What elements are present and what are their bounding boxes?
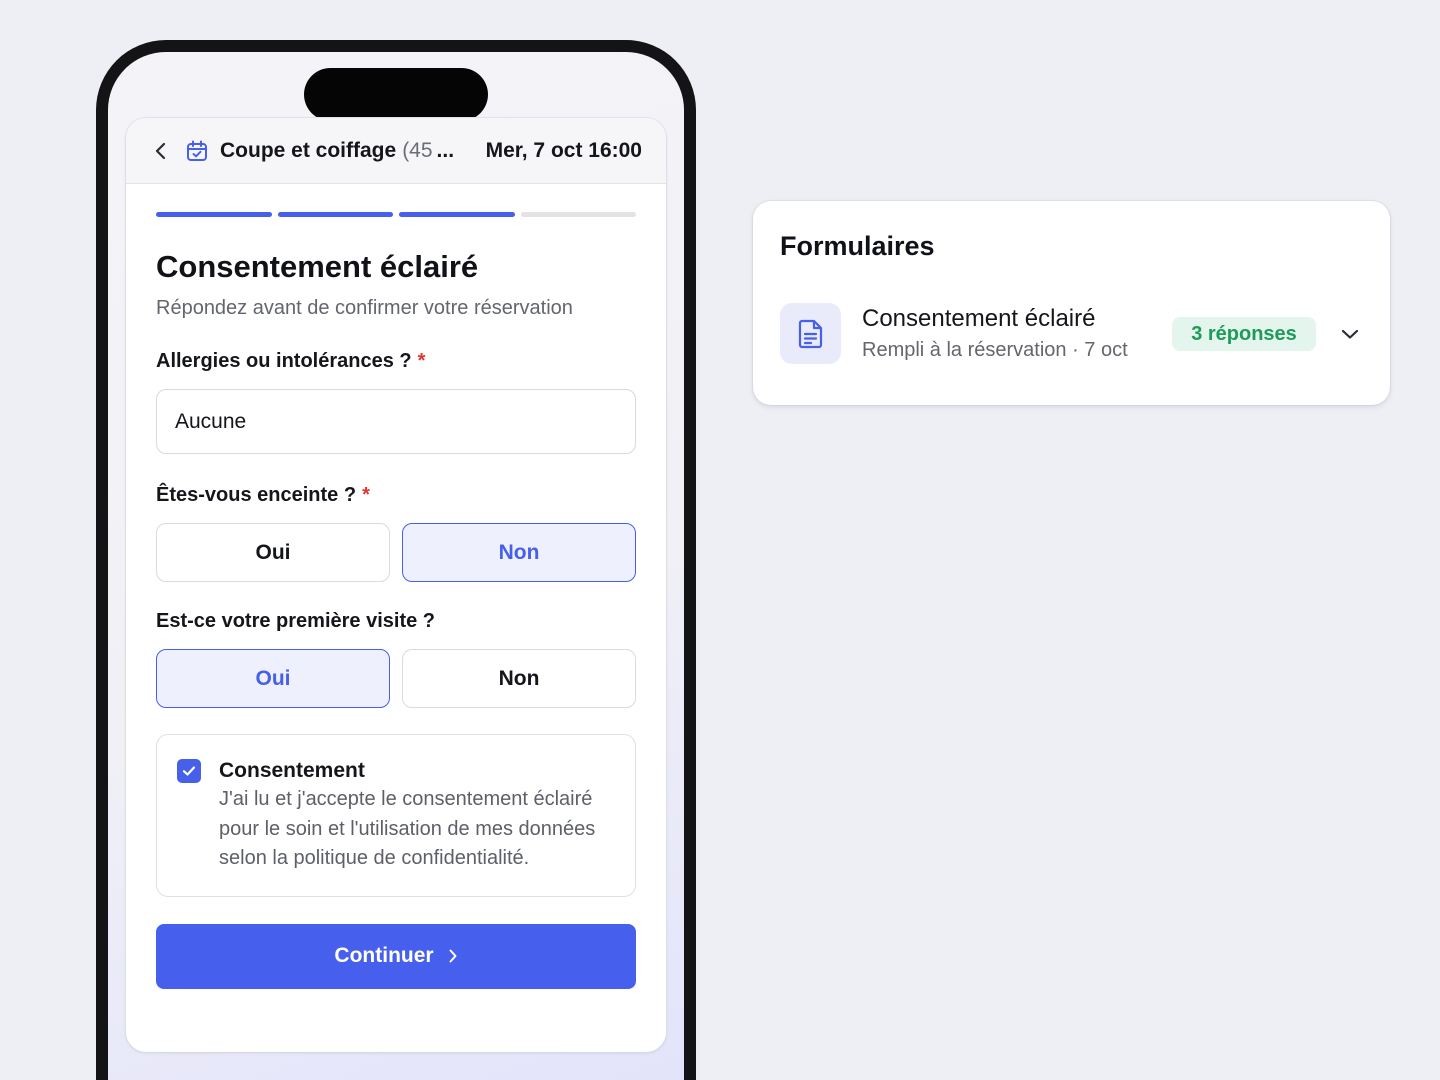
question-label-text: Allergies ou intolérances ?: [156, 350, 412, 372]
service-duration: (45: [402, 138, 433, 162]
phone-frame: Coupe et coiffage (45 ... Mer, 7 oct 16:…: [96, 40, 696, 1080]
required-marker: *: [362, 484, 370, 506]
panel-title: Formulaires: [780, 231, 935, 261]
check-icon: [182, 766, 196, 776]
consent-text: J'ai lu et j'accepte le consentement écl…: [219, 788, 596, 869]
question-label-text: Est-ce votre première visite ?: [156, 610, 436, 632]
form-item-subtitle: Rempli à la réservation · 7 oct: [862, 339, 1128, 361]
consent-title: Consentement: [219, 759, 365, 782]
chevron-down-icon[interactable]: [1338, 322, 1362, 346]
first-visit-options: Oui Non: [156, 649, 636, 708]
appointment-datetime: Mer, 7 oct 16:00: [485, 138, 642, 162]
form-subtitle: Répondez avant de confirmer votre réserv…: [156, 297, 573, 319]
phone-screen: Coupe et coiffage (45 ... Mer, 7 oct 16:…: [108, 52, 684, 1080]
pregnant-options: Oui Non: [156, 523, 636, 582]
progress-segment: [156, 212, 272, 217]
pregnant-option-non[interactable]: Non: [402, 523, 636, 582]
dynamic-island: [304, 68, 488, 121]
pregnant-option-oui[interactable]: Oui: [156, 523, 390, 582]
progress-segment: [277, 212, 393, 217]
allergies-input[interactable]: Aucune: [156, 389, 636, 454]
consent-box: Consentement J'ai lu et j'accepte le con…: [156, 734, 636, 897]
booking-form-card: Coupe et coiffage (45 ... Mer, 7 oct 16:…: [126, 118, 666, 1052]
first-visit-option-oui[interactable]: Oui: [156, 649, 390, 708]
continue-button[interactable]: Continuer: [156, 923, 636, 989]
responses-badge: 3 réponses: [1172, 317, 1316, 351]
service-ellipsis: ...: [436, 138, 455, 162]
forms-panel: Formulaires Consentement éclairé Rempli …: [753, 201, 1390, 405]
progress-segment: [399, 212, 515, 217]
consent-content: Consentement J'ai lu et j'accepte le con…: [219, 759, 615, 874]
question-pregnant-label: Êtes-vous enceinte ? *: [156, 484, 636, 507]
question-allergies-label: Allergies ou intolérances ? *: [156, 350, 636, 373]
chevron-right-icon: [448, 948, 458, 964]
document-icon: [780, 303, 841, 364]
service-name: Coupe et coiffage: [220, 138, 397, 162]
question-first-visit-label: Est-ce votre première visite ?: [156, 610, 636, 633]
form-item-name[interactable]: Consentement éclairé: [862, 305, 1095, 333]
progress-segment: [520, 212, 636, 217]
first-visit-option-non[interactable]: Non: [402, 649, 636, 708]
question-label-text: Êtes-vous enceinte ?: [156, 484, 357, 506]
consent-checkbox[interactable]: [177, 759, 201, 783]
form-body: Consentement éclairé Répondez avant de c…: [126, 212, 666, 989]
allergies-input-value: Aucune: [175, 409, 247, 433]
calendar-check-icon: [186, 139, 210, 163]
continue-button-label: Continuer: [334, 944, 434, 967]
required-marker: *: [417, 350, 426, 372]
chevron-left-icon[interactable]: [150, 140, 172, 162]
booking-header: Coupe et coiffage (45 ... Mer, 7 oct 16:…: [126, 118, 666, 184]
form-title: Consentement éclairé: [156, 249, 479, 284]
step-progress: [156, 212, 636, 217]
